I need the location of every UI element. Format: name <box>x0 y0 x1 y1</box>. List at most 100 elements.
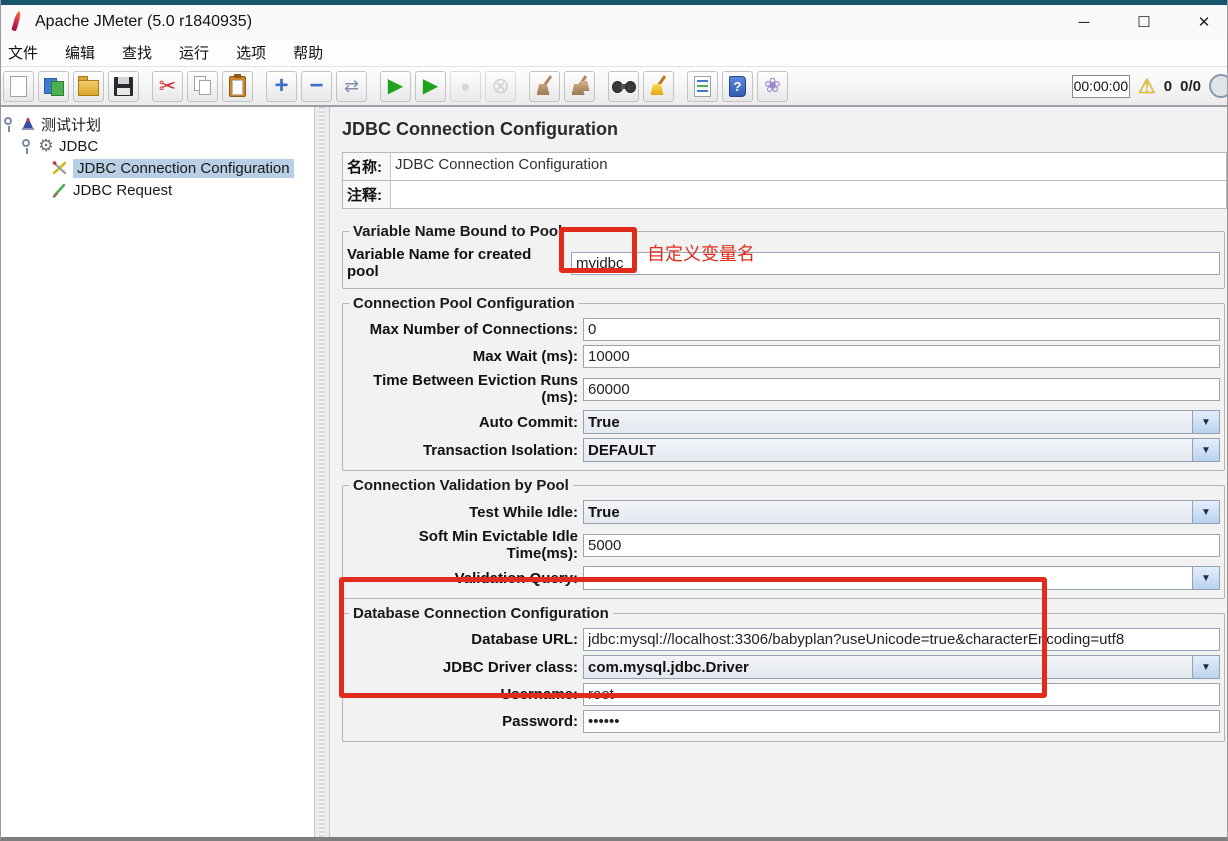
panel-splitter[interactable] <box>314 107 330 841</box>
transaction-isolation-select[interactable]: DEFAULT ▼ <box>583 438 1220 462</box>
toggle-button[interactable]: ⇄ <box>336 71 367 102</box>
thread-group-gear-icon: ⚙ <box>37 137 55 155</box>
tree-node-jdbc[interactable]: ⚙ JDBC <box>1 135 314 157</box>
minimize-button[interactable]: ─ <box>1075 14 1093 31</box>
chevron-down-icon[interactable]: ▼ <box>1192 501 1219 523</box>
test-plan-icon <box>19 115 37 133</box>
paste-button[interactable] <box>222 71 253 102</box>
start-button[interactable]: ▶ <box>380 71 411 102</box>
error-count: 0 <box>1164 78 1172 95</box>
paste-clipboard-icon <box>229 76 246 97</box>
title-bar: Apache JMeter (5.0 r1840935) ─ ☐ ✕ <box>1 5 1227 39</box>
soft-min-evictable-label: Soft Min Evictable Idle Time(ms): <box>347 528 583 562</box>
cut-button[interactable]: ✂ <box>152 71 183 102</box>
about-button[interactable]: ❀ <box>757 71 788 102</box>
menu-edit[interactable]: 编辑 <box>63 40 97 65</box>
transaction-isolation-value: DEFAULT <box>584 442 1192 459</box>
collapse-button[interactable]: − <box>301 71 332 102</box>
jmeter-window: Apache JMeter (5.0 r1840935) ─ ☐ ✕ 文件 编辑… <box>0 0 1228 841</box>
maximize-button[interactable]: ☐ <box>1135 13 1153 31</box>
clear-broom-icon <box>534 75 556 97</box>
stop-button[interactable]: ● <box>450 71 481 102</box>
max-connections-label: Max Number of Connections: <box>347 321 583 338</box>
section-title: Database Connection Configuration <box>349 605 613 622</box>
start-play-icon: ▶ <box>388 76 403 96</box>
menu-run[interactable]: 运行 <box>177 40 211 65</box>
name-field[interactable]: JDBC Connection Configuration <box>390 153 1226 180</box>
chevron-down-icon[interactable]: ▼ <box>1192 656 1219 678</box>
database-url-input[interactable] <box>583 628 1220 651</box>
menu-file[interactable]: 文件 <box>6 40 40 65</box>
section-variable-name: Variable Name Bound to Pool Variable Nam… <box>342 231 1225 289</box>
templates-button[interactable] <box>38 71 69 102</box>
tree-toggle-icon[interactable] <box>19 139 33 153</box>
jdbc-driver-class-label: JDBC Driver class: <box>347 659 583 676</box>
clear-all-brooms-icon <box>569 75 591 97</box>
open-folder-icon <box>78 80 99 96</box>
jdbc-driver-class-value: com.mysql.jdbc.Driver <box>584 659 1192 676</box>
max-connections-input[interactable] <box>583 318 1220 341</box>
window-title: Apache JMeter (5.0 r1840935) <box>35 13 252 31</box>
thread-count: 0/0 <box>1180 78 1201 95</box>
menu-search[interactable]: 查找 <box>120 40 154 65</box>
help-button[interactable]: ? <box>722 71 753 102</box>
comments-row: 注释: <box>342 181 1227 209</box>
new-file-button[interactable] <box>3 71 34 102</box>
variable-name-input[interactable] <box>571 252 1220 275</box>
jdbc-config-panel: JDBC Connection Configuration 名称: JDBC C… <box>330 107 1227 841</box>
username-label: Username: <box>347 686 583 703</box>
tree-node-label-selected: JDBC Connection Configuration <box>73 159 294 178</box>
menu-help[interactable]: 帮助 <box>291 40 325 65</box>
expand-button[interactable]: + <box>266 71 297 102</box>
warning-icon[interactable]: ⚠ <box>1138 74 1156 99</box>
auto-commit-label: Auto Commit: <box>347 414 583 431</box>
toggle-arrows-icon: ⇄ <box>344 77 359 95</box>
start-no-timers-button[interactable]: ▶ <box>415 71 446 102</box>
auto-commit-value: True <box>584 414 1192 431</box>
chevron-down-icon[interactable]: ▼ <box>1192 411 1219 433</box>
elapsed-timer: 00:00:00 <box>1072 75 1130 98</box>
chevron-down-icon[interactable]: ▼ <box>1192 439 1219 461</box>
new-file-icon <box>10 76 27 97</box>
validation-query-combo[interactable]: ▼ <box>583 566 1220 590</box>
test-while-idle-label: Test While Idle: <box>347 504 583 521</box>
shutdown-icon: ⊗ <box>491 75 509 97</box>
sampler-pencil-icon <box>51 181 69 199</box>
menu-options[interactable]: 选项 <box>234 40 268 65</box>
clear-button[interactable] <box>529 71 560 102</box>
reset-search-button[interactable] <box>643 71 674 102</box>
transaction-isolation-label: Transaction Isolation: <box>347 442 583 459</box>
close-button[interactable]: ✕ <box>1195 13 1213 31</box>
tree-toggle-icon[interactable] <box>1 117 15 131</box>
function-helper-button[interactable] <box>687 71 718 102</box>
search-binoculars-icon <box>612 81 636 95</box>
test-while-idle-select[interactable]: True ▼ <box>583 500 1220 524</box>
tree-node-label: 测试计划 <box>41 114 101 135</box>
comments-label: 注释: <box>343 181 390 208</box>
open-file-button[interactable] <box>73 71 104 102</box>
eviction-runs-input[interactable] <box>583 378 1220 401</box>
shutdown-button[interactable]: ⊗ <box>485 71 516 102</box>
max-wait-input[interactable] <box>583 345 1220 368</box>
search-button[interactable] <box>608 71 639 102</box>
auto-commit-select[interactable]: True ▼ <box>583 410 1220 434</box>
tree-node-jdbc-connection-configuration[interactable]: JDBC Connection Configuration <box>1 157 314 179</box>
section-title: Variable Name Bound to Pool <box>349 223 566 240</box>
tree-node-test-plan[interactable]: 测试计划 <box>1 113 314 135</box>
max-wait-label: Max Wait (ms): <box>347 348 583 365</box>
variable-name-label: Variable Name for created pool <box>347 246 571 280</box>
clear-all-button[interactable] <box>564 71 595 102</box>
password-input[interactable] <box>583 710 1220 733</box>
copy-icon <box>193 76 213 96</box>
tree-node-label: JDBC Request <box>73 182 172 199</box>
username-input[interactable] <box>583 683 1220 706</box>
jdbc-driver-class-select[interactable]: com.mysql.jdbc.Driver ▼ <box>583 655 1220 679</box>
tree-node-jdbc-request[interactable]: JDBC Request <box>1 179 314 201</box>
comments-field[interactable] <box>390 181 1226 208</box>
section-database-connection: Database Connection Configuration Databa… <box>342 613 1225 742</box>
copy-button[interactable] <box>187 71 218 102</box>
save-button[interactable] <box>108 71 139 102</box>
soft-min-evictable-input[interactable] <box>583 534 1220 557</box>
minus-icon: − <box>309 74 323 98</box>
chevron-down-icon[interactable]: ▼ <box>1192 567 1219 589</box>
